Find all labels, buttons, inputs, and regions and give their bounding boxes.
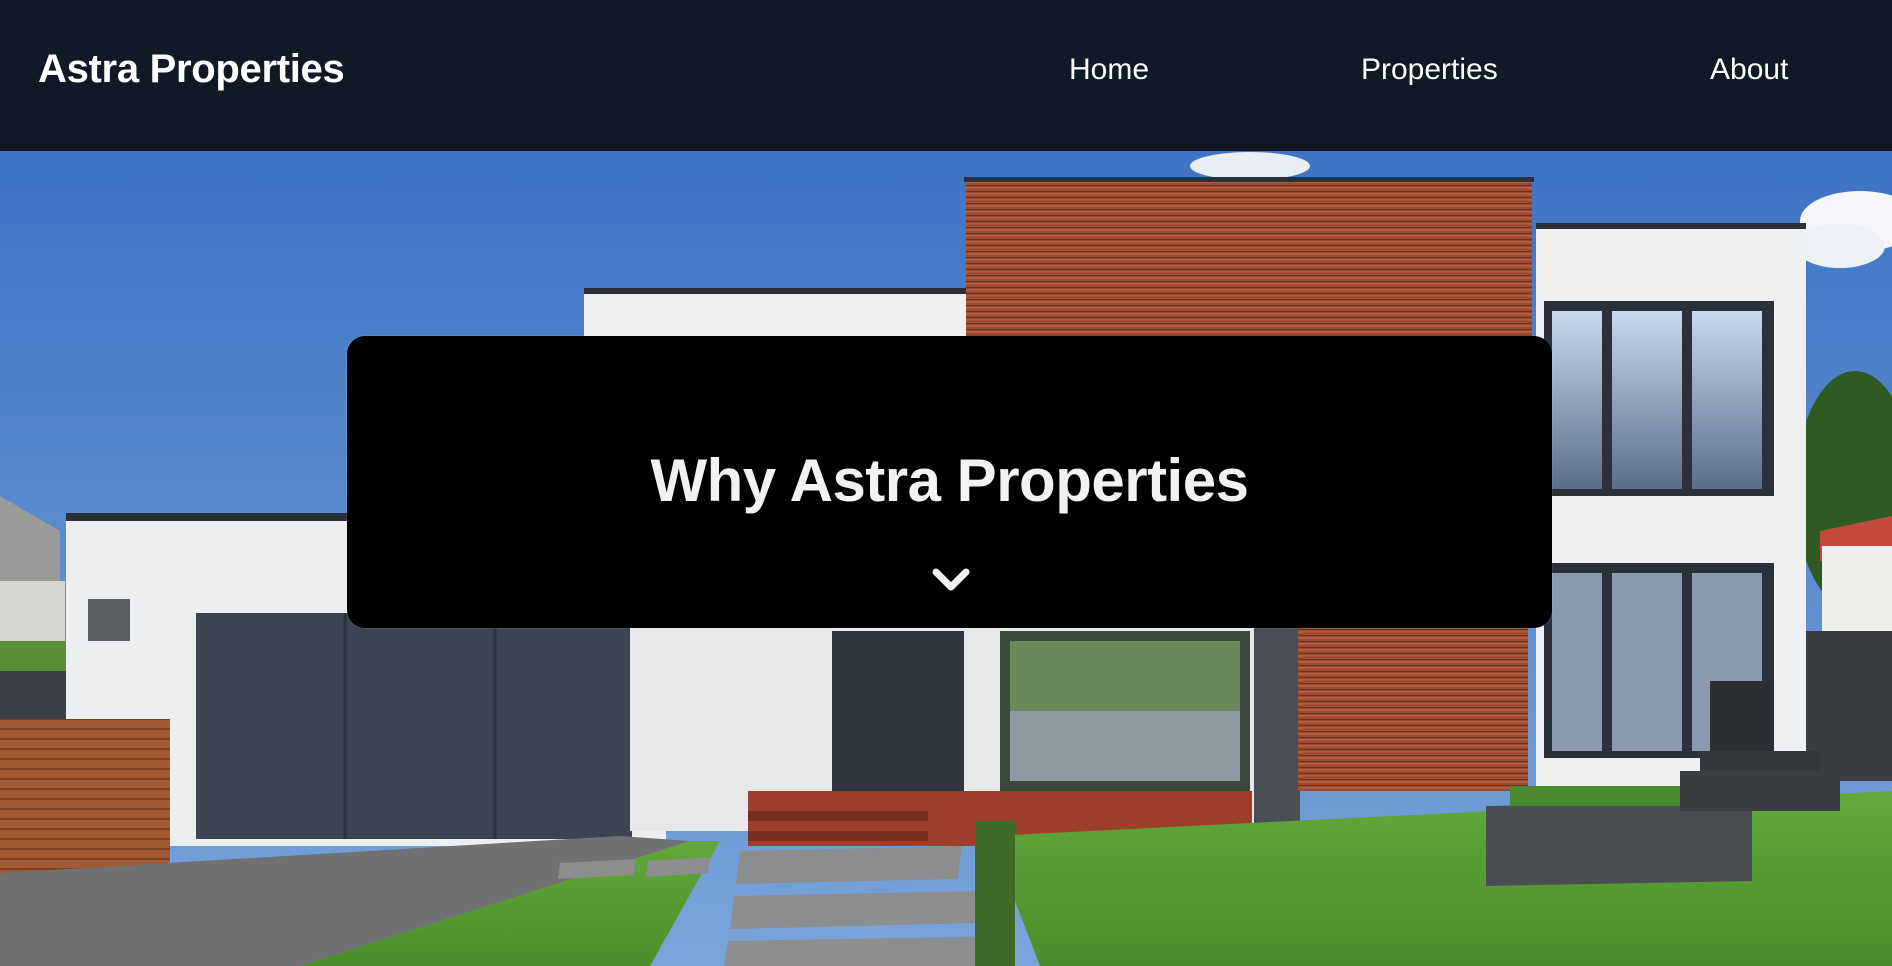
nav-link-about[interactable]: About — [1710, 53, 1788, 87]
hero-title: Why Astra Properties — [650, 447, 1249, 514]
nav-link-properties[interactable]: Properties — [1361, 53, 1498, 87]
site-header: Astra Properties Home Properties About — [0, 0, 1892, 151]
brand-logo-text[interactable]: Astra Properties — [38, 47, 345, 92]
chevron-down-icon[interactable] — [931, 566, 971, 594]
hero-title-card: Why Astra Properties — [347, 336, 1552, 628]
nav-link-home[interactable]: Home — [1069, 53, 1149, 87]
